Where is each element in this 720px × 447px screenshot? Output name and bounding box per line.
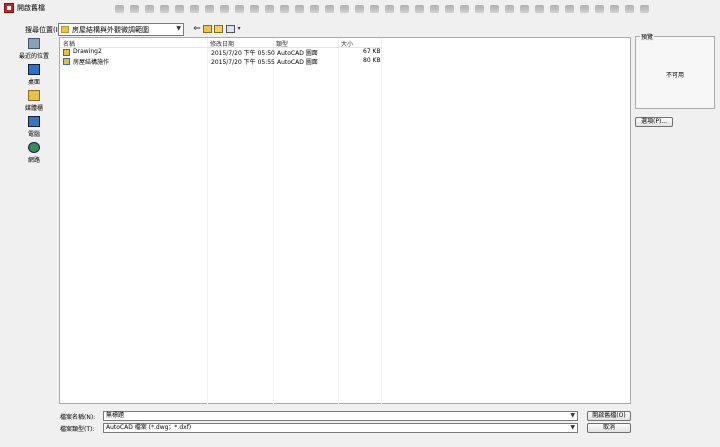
dwg-file-icon <box>63 58 70 65</box>
view-dropdown-arrow[interactable]: ▾ <box>236 23 242 35</box>
file-size: 67 KB <box>363 48 381 55</box>
background-ribbon-strip <box>115 0 720 17</box>
filetype-select[interactable]: AutoCAD 檔案 (*.dwg；*.dxf) ▼ <box>103 423 578 433</box>
title-bar: 開啟舊檔 <box>0 0 720 17</box>
place-network[interactable]: 網路 <box>15 141 53 167</box>
place-label: 網路 <box>27 157 40 164</box>
file-type: AutoCAD 圖面 <box>277 50 318 57</box>
filename-field[interactable]: 無標題 ▼ <box>103 411 578 421</box>
column-header-size[interactable]: 大小 <box>341 39 353 48</box>
file-name: 房屋結構施作 <box>73 59 110 66</box>
preview-label: 預覽 <box>640 32 655 41</box>
recent-places-icon <box>28 38 40 49</box>
back-icon[interactable]: ⇐ <box>192 23 202 35</box>
place-libraries[interactable]: 媒體櫃 <box>15 89 53 115</box>
place-desktop[interactable]: 桌面 <box>15 63 53 89</box>
filetype-value: AutoCAD 檔案 (*.dwg；*.dxf) <box>106 424 192 431</box>
dwg-file-icon <box>63 49 70 56</box>
file-list[interactable]: 名稱 修改日期 類型 大小 Drawing2 2015/7/20 下午 05:5… <box>59 37 631 404</box>
filename-label: 檔案名稱(N): <box>60 414 96 421</box>
file-date: 2015/7/20 下午 05:50 <box>211 50 275 57</box>
chevron-down-icon[interactable]: ▼ <box>176 25 181 32</box>
table-row[interactable]: 房屋結構施作 2015/7/20 下午 05:55 AutoCAD 圖面 80 … <box>61 57 382 66</box>
folder-icon <box>61 26 69 33</box>
place-label: 桌面 <box>27 79 40 86</box>
chevron-down-icon[interactable]: ▼ <box>570 424 575 432</box>
table-row[interactable]: Drawing2 2015/7/20 下午 05:50 AutoCAD 圖面 6… <box>61 48 382 57</box>
desktop-icon <box>28 64 40 75</box>
places-bar: 最近的位置 桌面 媒體櫃 電腦 網路 <box>15 37 53 167</box>
column-header-type[interactable]: 類型 <box>276 39 288 48</box>
network-icon <box>28 142 40 153</box>
up-folder-icon[interactable] <box>203 25 212 33</box>
chevron-down-icon[interactable]: ▼ <box>570 412 575 420</box>
column-header-date[interactable]: 修改日期 <box>210 39 234 48</box>
file-name: Drawing2 <box>73 48 102 55</box>
preview-panel: 預覽 不可用 <box>635 32 715 109</box>
file-list-header: 名稱 修改日期 類型 大小 <box>60 38 382 48</box>
column-header-name[interactable]: 名稱 <box>63 39 75 48</box>
options-button[interactable]: 選項(P)... <box>635 117 673 127</box>
new-folder-icon[interactable] <box>214 25 223 33</box>
place-recent[interactable]: 最近的位置 <box>15 37 53 63</box>
lookin-value: 房屋結構與外觀微調範圍 <box>72 26 149 34</box>
file-type: AutoCAD 圖面 <box>277 59 318 66</box>
filename-value: 無標題 <box>106 412 125 419</box>
computer-icon <box>28 116 40 127</box>
cancel-button[interactable]: 取消 <box>587 423 631 433</box>
place-label: 電腦 <box>27 131 40 138</box>
filetype-label: 檔案類型(T): <box>60 426 95 433</box>
preview-unavailable: 不可用 <box>665 72 684 79</box>
place-label: 最近的位置 <box>18 53 49 60</box>
window-title: 開啟舊檔 <box>17 4 45 12</box>
open-button[interactable]: 開啟舊檔(O) <box>587 411 631 421</box>
libraries-icon <box>28 90 40 101</box>
file-date: 2015/7/20 下午 05:55 <box>211 59 275 66</box>
app-icon <box>4 3 14 13</box>
lookin-combo[interactable]: 房屋結構與外觀微調範圍 ▼ <box>58 23 184 36</box>
place-label: 媒體櫃 <box>24 105 43 112</box>
file-size: 80 KB <box>363 57 381 64</box>
place-computer[interactable]: 電腦 <box>15 115 53 141</box>
view-menu-icon[interactable] <box>226 25 235 33</box>
